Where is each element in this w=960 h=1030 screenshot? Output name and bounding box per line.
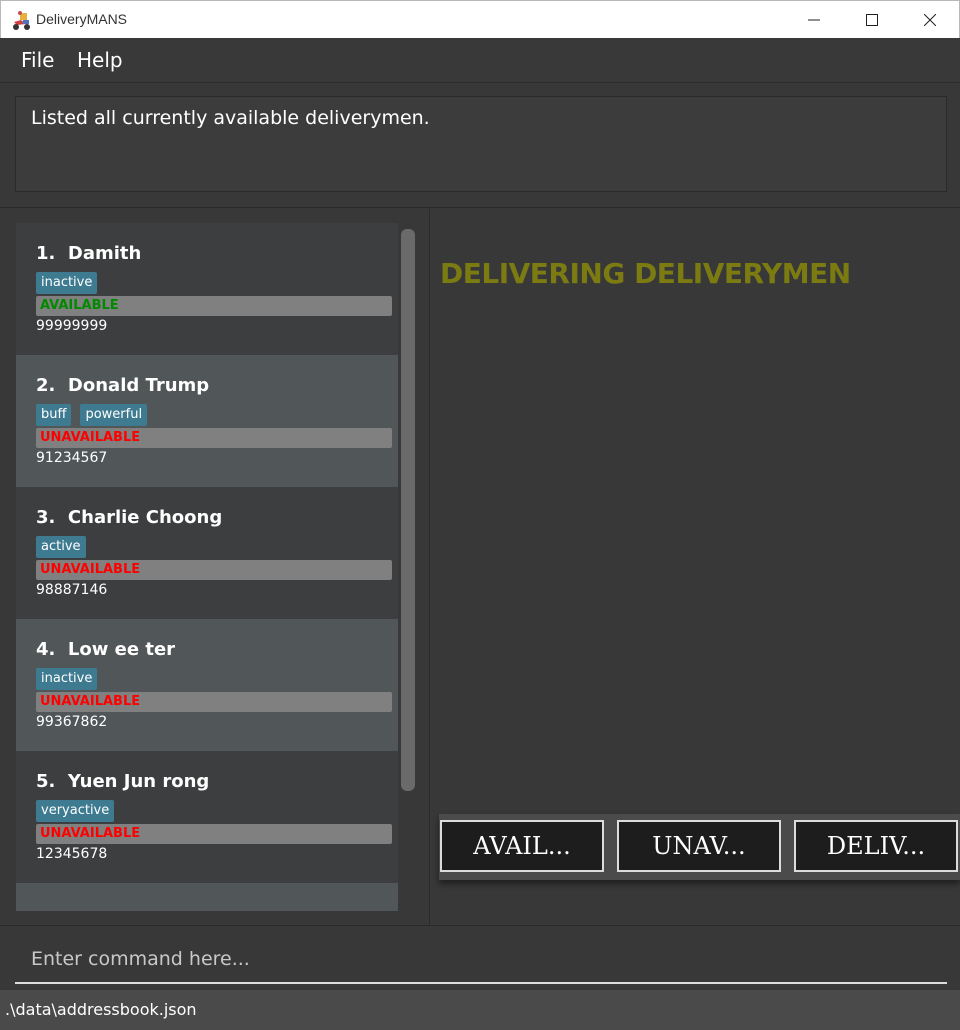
deliveryman-name: 2. Donald Trump xyxy=(36,375,210,396)
command-input[interactable] xyxy=(15,936,947,984)
tag: buff xyxy=(36,404,72,426)
status-badge: UNAVAILABLE xyxy=(36,560,392,580)
phone-number: 91234567 xyxy=(36,450,108,466)
deliveryman-card[interactable]: 3. Charlie Choong active UNAVAILABLE 988… xyxy=(16,487,398,619)
maximize-button[interactable] xyxy=(843,1,901,39)
deliveryman-name: 1. Damith xyxy=(36,243,142,264)
status-badge: UNAVAILABLE xyxy=(36,428,392,448)
tag: inactive xyxy=(36,272,98,294)
deliveryman-card[interactable]: 5. Yuen Jun rong veryactive UNAVAILABLE … xyxy=(16,751,398,883)
phone-number: 98887146 xyxy=(36,582,108,598)
status-badge: UNAVAILABLE xyxy=(36,692,392,712)
deliveryman-name: 4. Low ee ter xyxy=(36,639,176,660)
status-text: UNAVAILABLE xyxy=(40,826,141,841)
menu-bar: File Help xyxy=(0,38,960,83)
tag: inactive xyxy=(36,668,98,690)
tag: active xyxy=(36,536,86,558)
maximize-icon xyxy=(866,14,878,26)
status-text: UNAVAILABLE xyxy=(40,694,141,709)
deliverymen-list[interactable]: 1. Damith inactive AVAILABLE 99999999 2.… xyxy=(16,223,398,911)
result-display[interactable]: Listed all currently available deliverym… xyxy=(15,96,947,192)
status-bar-footer: .\data\addressbook.json xyxy=(0,990,960,1030)
result-display-area: Listed all currently available deliverym… xyxy=(0,84,960,208)
tag: veryactive xyxy=(36,800,115,822)
tag-list: inactive xyxy=(36,272,98,294)
deliveryman-name: 5. Yuen Jun rong xyxy=(36,771,210,792)
deliveryman-name: 3. Charlie Choong xyxy=(36,507,223,528)
deliveryman-card[interactable]: 2. Donald Trump buff powerful UNAVAILABL… xyxy=(16,355,398,487)
minimize-button[interactable] xyxy=(785,1,843,39)
deliveryman-card[interactable]: 1. Damith inactive AVAILABLE 99999999 xyxy=(16,223,398,355)
status-badge: AVAILABLE xyxy=(36,296,392,316)
tag-list: inactive xyxy=(36,668,98,690)
tag-list: buff powerful xyxy=(36,404,148,426)
unavailable-button[interactable]: UNAV... xyxy=(617,820,781,872)
deliveryman-card[interactable] xyxy=(16,883,398,911)
status-badge: UNAVAILABLE xyxy=(36,824,392,844)
tag: powerful xyxy=(80,404,148,426)
window-title: DeliveryMANS xyxy=(36,11,128,27)
result-message: Listed all currently available deliverym… xyxy=(31,107,430,129)
status-text: UNAVAILABLE xyxy=(40,562,141,577)
tag-list: veryactive xyxy=(36,800,115,822)
status-text: AVAILABLE xyxy=(40,298,119,313)
command-box-area xyxy=(0,925,960,989)
menu-file[interactable]: File xyxy=(21,48,54,72)
status-text: UNAVAILABLE xyxy=(40,430,141,445)
tag-list: active xyxy=(36,536,86,558)
phone-number: 99367862 xyxy=(36,714,108,730)
panel-title: DELIVERING DELIVERYMEN xyxy=(440,257,851,290)
phone-number: 12345678 xyxy=(36,846,108,862)
menu-help[interactable]: Help xyxy=(77,48,123,72)
save-location-path: .\data\addressbook.json xyxy=(5,1000,197,1019)
phone-number: 99999999 xyxy=(36,318,108,334)
delivering-panel: DELIVERING DELIVERYMEN AVAIL... UNAV... … xyxy=(431,209,960,925)
window-titlebar: DeliveryMANS xyxy=(0,0,960,38)
status-button-bar: AVAIL... UNAV... DELIV... xyxy=(439,814,960,880)
close-button[interactable] xyxy=(901,1,959,39)
list-scrollbar[interactable] xyxy=(401,229,415,791)
deliverymen-list-panel: 1. Damith inactive AVAILABLE 99999999 2.… xyxy=(0,209,430,925)
available-button[interactable]: AVAIL... xyxy=(440,820,604,872)
delivering-button[interactable]: DELIV... xyxy=(794,820,958,872)
deliveryman-card[interactable]: 4. Low ee ter inactive UNAVAILABLE 99367… xyxy=(16,619,398,751)
minimize-icon xyxy=(808,19,820,21)
close-icon xyxy=(924,14,936,26)
delivery-scooter-icon xyxy=(13,11,30,30)
